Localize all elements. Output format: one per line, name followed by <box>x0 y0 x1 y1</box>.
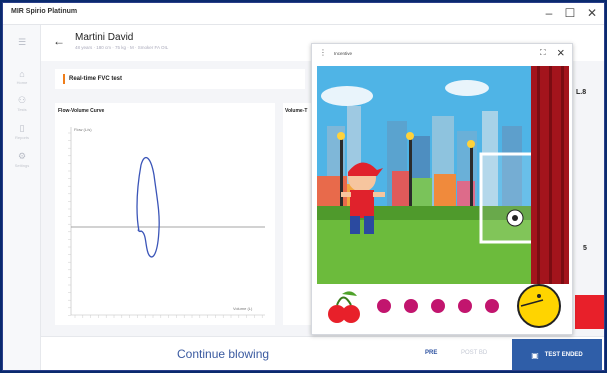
red-indicator <box>575 295 604 329</box>
pellet-dot <box>485 299 499 313</box>
progress-track <box>328 284 561 328</box>
minimize-button[interactable]: – <box>540 6 558 20</box>
value-fragment: L.8 <box>576 89 587 96</box>
app-title: MIR Spirio Platinum <box>11 8 78 15</box>
menu-icon[interactable]: ☰ <box>12 37 32 48</box>
test-ended-button[interactable]: ▣ TEST ENDED <box>512 339 602 370</box>
end-test-icon: ▣ <box>531 350 539 360</box>
flow-volume-chart: Flow-Volume Curve Flow (L/s) Volume (L) <box>55 103 275 325</box>
close-icon[interactable]: × <box>557 45 565 60</box>
x-axis-label: Volume (L) <box>233 306 253 311</box>
maximize-button[interactable]: ☐ <box>561 6 579 20</box>
volume-time-chart: Volume-T <box>283 103 313 325</box>
y-axis-label: Flow (L/s) <box>74 127 92 132</box>
sidebar-item-tests[interactable]: ⚇ Tests <box>12 95 32 112</box>
settings-icon: ⚙ <box>17 151 27 161</box>
pacman-icon <box>517 284 561 328</box>
reports-icon: ▯ <box>19 123 25 133</box>
menu-icon[interactable]: ⋮ <box>319 48 327 57</box>
sidebar-item-label: Settings <box>14 163 30 168</box>
home-icon: ⌂ <box>19 69 25 79</box>
flow-volume-curve <box>136 156 160 258</box>
status-message: Continue blowing <box>177 347 270 361</box>
title-bar: MIR Spirio Platinum – ☐ ✕ <box>3 3 604 25</box>
section-title: Real-time FVC test <box>69 76 123 82</box>
pellet-dot <box>377 299 391 313</box>
pellet-dot <box>458 299 472 313</box>
section-header: Real-time FVC test <box>55 69 305 89</box>
progress-dots <box>317 284 569 332</box>
sidebar-item-home[interactable]: ⌂ Home <box>12 69 32 85</box>
patient-name: Martini David <box>75 32 134 43</box>
sidebar-item-label: Tests <box>17 107 27 112</box>
pre-button[interactable]: PRE <box>425 350 437 356</box>
incentive-title-bar: ⋮ Incentive ⛶ × <box>312 44 572 64</box>
sidebar-item-label: Home <box>16 80 28 85</box>
value-fragment: 5 <box>583 245 587 252</box>
incentive-scene <box>317 66 569 284</box>
tests-icon: ⚇ <box>17 95 27 105</box>
sidebar-item-settings[interactable]: ⚙ Settings <box>12 151 32 168</box>
post-bd-button[interactable]: POST BD <box>461 350 487 356</box>
patient-info: 48 years · 180 cm · 75 kg · M · Smoker F… <box>75 45 169 50</box>
cherry-icon <box>342 305 360 323</box>
incentive-title: Incentive <box>334 51 353 56</box>
expand-icon[interactable]: ⛶ <box>540 48 546 58</box>
test-ended-label: TEST ENDED <box>544 352 583 358</box>
sidebar: ☰ ⌂ Home ⚇ Tests ▯ Reports ⚙ Settings <box>3 25 41 370</box>
incentive-window[interactable]: ⋮ Incentive ⛶ × <box>311 43 573 335</box>
bottom-bar: Continue blowing PRE POST BD ▣ TEST ENDE… <box>41 336 604 370</box>
close-button[interactable]: ✕ <box>583 6 601 20</box>
back-arrow-icon[interactable]: ← <box>53 34 65 48</box>
pellet-dot <box>431 299 445 313</box>
section-marker <box>63 74 65 84</box>
sidebar-item-reports[interactable]: ▯ Reports <box>12 123 32 140</box>
flow-volume-plot <box>68 127 265 318</box>
pellet-dot <box>404 299 418 313</box>
app-window: MIR Spirio Platinum – ☐ ✕ ☰ ⌂ Home ⚇ Tes… <box>2 2 605 371</box>
sidebar-item-label: Reports <box>14 135 29 140</box>
